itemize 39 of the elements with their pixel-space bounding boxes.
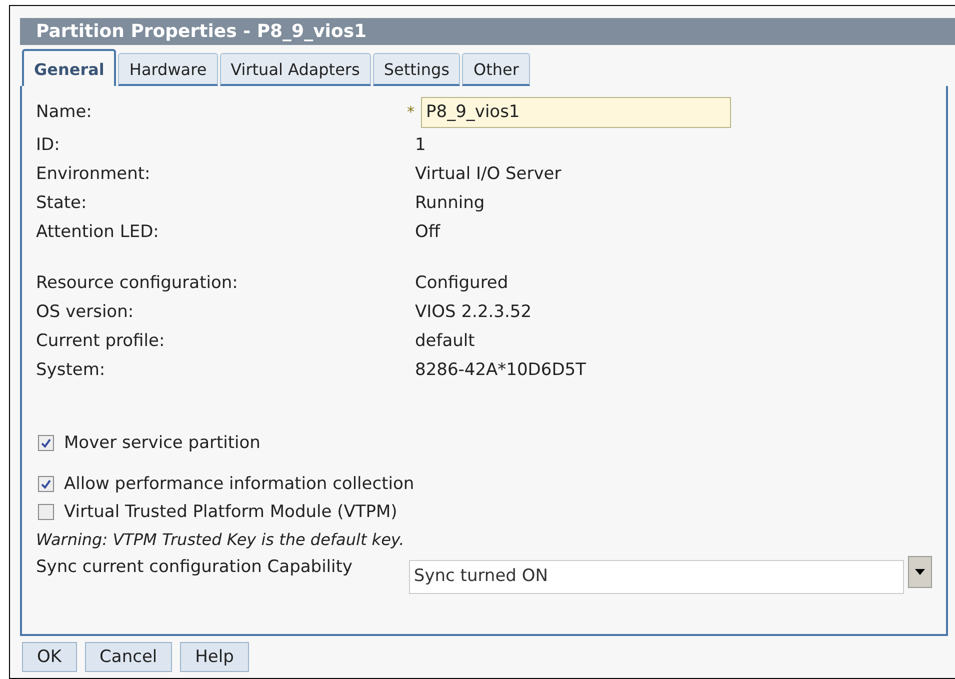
field-value: 8286-42A*10D6D5T bbox=[415, 360, 586, 380]
caret-icon bbox=[915, 569, 926, 575]
required-mark: * bbox=[407, 103, 416, 121]
field-value: VIOS 2.2.3.52 bbox=[415, 302, 532, 322]
field-label: Environment: bbox=[36, 164, 152, 184]
field-label: Sync current configuration Capability bbox=[36, 556, 354, 579]
dialog-button[interactable]: Help bbox=[180, 642, 249, 672]
field-value: Running bbox=[415, 192, 485, 212]
name-field[interactable]: P8_9_vios1 bbox=[421, 96, 731, 128]
field-value: Configured bbox=[415, 272, 508, 292]
field-label: ID: bbox=[36, 134, 61, 154]
field-value: Virtual I/O Server bbox=[415, 164, 562, 184]
warning-text: Warning: VTPM Trusted Key is the default key. bbox=[36, 529, 406, 551]
checkbox-label: Allow performance information collection bbox=[64, 474, 414, 494]
checkbox[interactable] bbox=[38, 435, 54, 451]
field-label: State: bbox=[36, 192, 88, 212]
checkbox[interactable] bbox=[38, 476, 54, 492]
tab[interactable]: General bbox=[22, 49, 116, 86]
checkbox[interactable] bbox=[38, 504, 54, 520]
field-value: Off bbox=[415, 222, 440, 242]
window-title: Partition Properties - P8_9_vios1 bbox=[20, 18, 955, 45]
field-label: Resource configuration: bbox=[36, 272, 239, 292]
checkbox-label: Mover service partition bbox=[64, 433, 260, 453]
tab[interactable]: Settings bbox=[372, 53, 460, 86]
dropdown-button[interactable] bbox=[908, 556, 932, 588]
field-label: System: bbox=[36, 360, 106, 380]
tab[interactable]: Virtual Adapters bbox=[220, 53, 371, 86]
dialog-button[interactable]: Cancel bbox=[84, 642, 172, 672]
sync-dropdown[interactable]: Sync turned ON bbox=[408, 560, 904, 594]
field-value: 1 bbox=[415, 134, 426, 154]
field-value: default bbox=[415, 330, 475, 350]
field-label: Attention LED: bbox=[36, 222, 160, 242]
dialog-button[interactable]: OK bbox=[22, 642, 77, 672]
field-label: Name: bbox=[36, 102, 93, 122]
tab[interactable]: Other bbox=[462, 53, 530, 86]
tab[interactable]: Hardware bbox=[118, 53, 218, 86]
field-label: Current profile: bbox=[36, 330, 166, 350]
checkbox-label: Virtual Trusted Platform Module (VTPM) bbox=[64, 502, 398, 522]
field-label: OS version: bbox=[36, 302, 135, 322]
